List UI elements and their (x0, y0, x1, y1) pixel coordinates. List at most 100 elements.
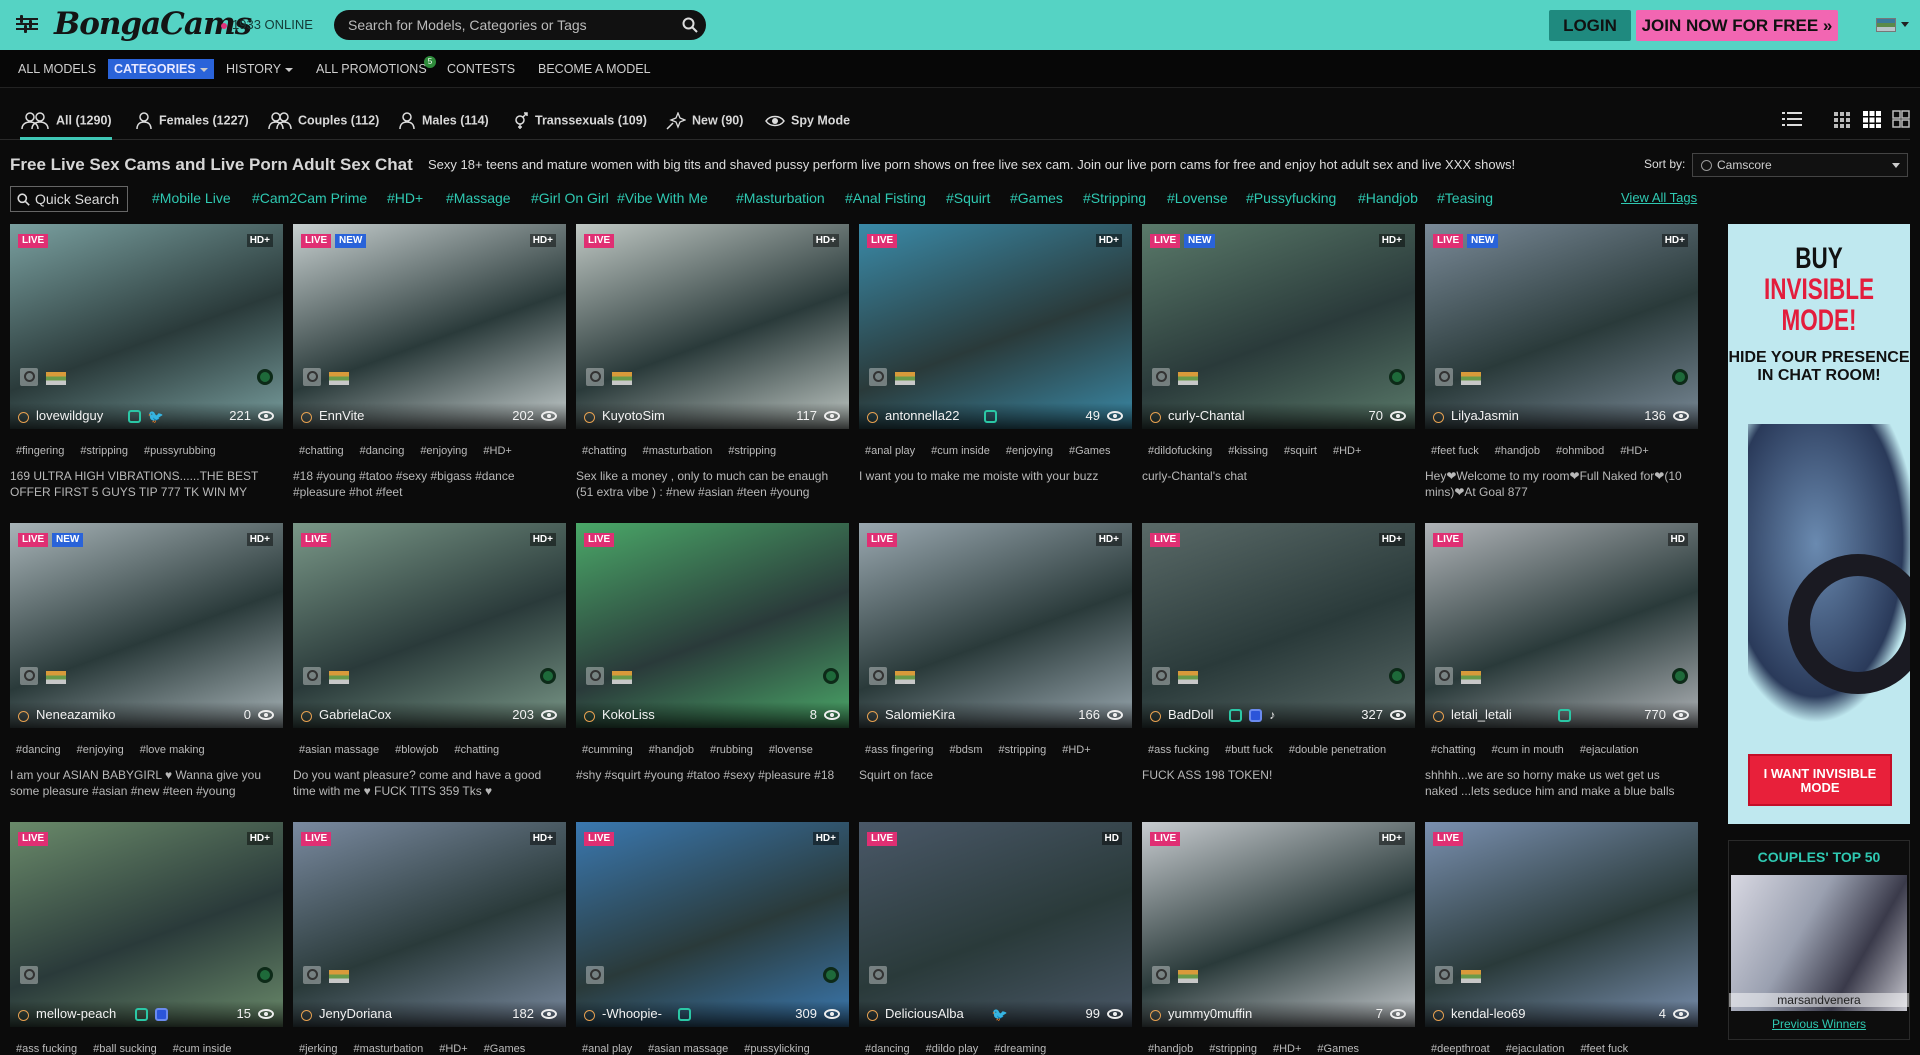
info-icon[interactable] (1150, 412, 1161, 423)
tag-link[interactable]: #Pussyfucking (1246, 190, 1336, 206)
zoom-icon[interactable] (869, 966, 887, 984)
card-tag[interactable]: #HD+ (1062, 744, 1090, 756)
card-tag[interactable]: #kissing (1228, 445, 1268, 457)
tag-link[interactable]: #Handjob (1358, 190, 1418, 206)
zoom-icon[interactable] (303, 966, 321, 984)
nav-all-promotions[interactable]: ALL PROMOTIONS (316, 62, 427, 76)
model-card[interactable]: LIVE HD+ BadDoll 327 ♪ (1142, 523, 1415, 728)
card-tag[interactable]: #fingering (16, 445, 64, 457)
model-name[interactable]: KokoLiss (602, 707, 655, 722)
info-icon[interactable] (18, 412, 29, 423)
model-card[interactable]: LIVE HD+ lovewildguy 221 🐦 (10, 224, 283, 429)
info-icon[interactable] (1433, 412, 1444, 423)
model-card[interactable]: LIVE HD+ GabrielaCox 203 (293, 523, 566, 728)
card-tag[interactable]: #butt fuck (1225, 744, 1273, 756)
card-tag[interactable]: #HD+ (1273, 1043, 1301, 1055)
zoom-icon[interactable] (20, 667, 38, 685)
join-button[interactable]: JOIN NOW FOR FREE » (1636, 10, 1838, 41)
model-thumbnail[interactable] (1142, 224, 1415, 429)
model-card[interactable]: LIVE HD letali_letali 770 (1425, 523, 1698, 728)
card-tag[interactable]: #asian massage (299, 744, 379, 756)
model-thumbnail[interactable] (576, 822, 849, 1027)
info-icon[interactable] (1433, 711, 1444, 722)
instagram-icon[interactable] (1229, 709, 1243, 722)
discord-icon[interactable] (1249, 709, 1263, 722)
card-tag[interactable]: #handjob (1495, 445, 1540, 457)
info-icon[interactable] (301, 1010, 312, 1021)
model-thumbnail[interactable] (1425, 224, 1698, 429)
model-thumbnail[interactable] (10, 523, 283, 728)
info-icon[interactable] (301, 711, 312, 722)
card-tag[interactable]: #Games (484, 1043, 526, 1055)
model-card[interactable]: LIVE KokoLiss 8 (576, 523, 849, 728)
invisible-mode-promo[interactable]: BUY INVISIBLE MODE! HIDE YOUR PRESENCE I… (1728, 224, 1910, 824)
search-icon[interactable] (682, 17, 698, 33)
model-card[interactable]: LIVE HD+ mellow-peach 15 (10, 822, 283, 1027)
sort-select[interactable]: Camscore (1692, 153, 1908, 177)
tag-link[interactable]: #Cam2Cam Prime (252, 190, 367, 206)
model-card[interactable]: LIVE HD DeliciousAlba 99 🐦 (859, 822, 1132, 1027)
card-tag[interactable]: #HD+ (483, 445, 511, 457)
model-card[interactable]: LIVE NEW HD+ Neneazamiko 0 (10, 523, 283, 728)
zoom-icon[interactable] (20, 966, 38, 984)
model-thumbnail[interactable] (576, 224, 849, 429)
model-thumbnail[interactable] (1425, 822, 1698, 1027)
card-tag[interactable]: #stripping (80, 445, 128, 457)
model-name[interactable]: LilyaJasmin (1451, 408, 1519, 423)
card-tag[interactable]: #chatting (455, 744, 500, 756)
card-tag[interactable]: #ohmibod (1556, 445, 1604, 457)
model-card[interactable]: LIVE HD+ yummy0muffin 7 (1142, 822, 1415, 1027)
nav-become-model[interactable]: BECOME A MODEL (538, 62, 651, 76)
info-icon[interactable] (18, 1010, 29, 1021)
card-tag[interactable]: #handjob (1148, 1043, 1193, 1055)
instagram-icon[interactable] (678, 1008, 692, 1021)
card-tag[interactable]: #ass fucking (16, 1043, 77, 1055)
info-icon[interactable] (1433, 1010, 1444, 1021)
nav-history[interactable]: HISTORY (226, 62, 293, 76)
model-thumbnail[interactable] (1142, 822, 1415, 1027)
info-icon[interactable] (867, 711, 878, 722)
instagram-icon[interactable] (127, 410, 141, 423)
card-tag[interactable]: #pussyrubbing (144, 445, 216, 457)
zoom-icon[interactable] (869, 667, 887, 685)
card-tag[interactable]: #cum inside (931, 445, 990, 457)
card-tag[interactable]: #anal play (582, 1043, 632, 1055)
info-icon[interactable] (584, 412, 595, 423)
model-name[interactable]: EnnVite (319, 408, 364, 423)
tab-all[interactable]: All (1290) (20, 112, 112, 140)
model-thumbnail[interactable] (10, 224, 283, 429)
model-card[interactable]: LIVE HD+ SalomieKira 166 (859, 523, 1132, 728)
zoom-icon[interactable] (869, 368, 887, 386)
twitter-icon[interactable]: 🐦 (148, 410, 164, 423)
large-grid-icon[interactable] (1892, 110, 1910, 128)
card-tag[interactable]: #HD+ (1620, 445, 1648, 457)
info-icon[interactable] (584, 711, 595, 722)
card-tag[interactable]: #asian massage (648, 1043, 728, 1055)
tab-transsexuals[interactable]: Transsexuals (109) (511, 112, 647, 130)
model-thumbnail[interactable] (576, 523, 849, 728)
tag-link[interactable]: #Girl On Girl (531, 190, 609, 206)
info-icon[interactable] (18, 711, 29, 722)
model-name[interactable]: kendal-leo69 (1451, 1006, 1525, 1021)
model-card[interactable]: LIVE NEW HD+ LilyaJasmin 136 (1425, 224, 1698, 429)
card-tag[interactable]: #masturbation (354, 1043, 424, 1055)
info-icon[interactable] (1150, 711, 1161, 722)
card-tag[interactable]: #ejaculation (1506, 1043, 1565, 1055)
card-tag[interactable]: #cum in mouth (1492, 744, 1564, 756)
model-card[interactable]: LIVE HD+ antonnella22 49 (859, 224, 1132, 429)
model-name[interactable]: DeliciousAlba (885, 1006, 964, 1021)
tab-new[interactable]: New (90) (666, 111, 743, 130)
model-name[interactable]: antonnella22 (885, 408, 959, 423)
card-tag[interactable]: #chatting (299, 445, 344, 457)
card-tag[interactable]: #cumming (582, 744, 633, 756)
card-tag[interactable]: #pussylicking (744, 1043, 809, 1055)
twitter-icon[interactable]: 🐦 (992, 1008, 1008, 1021)
search-box[interactable] (334, 10, 706, 40)
zoom-icon[interactable] (586, 667, 604, 685)
model-card[interactable]: LIVE HD+ -Whoopie- 309 (576, 822, 849, 1027)
discord-icon[interactable] (155, 1008, 169, 1021)
nav-categories[interactable]: CATEGORIES (108, 59, 214, 79)
tag-link[interactable]: #HD+ (387, 190, 423, 206)
zoom-icon[interactable] (303, 368, 321, 386)
instagram-icon[interactable] (135, 1008, 149, 1021)
